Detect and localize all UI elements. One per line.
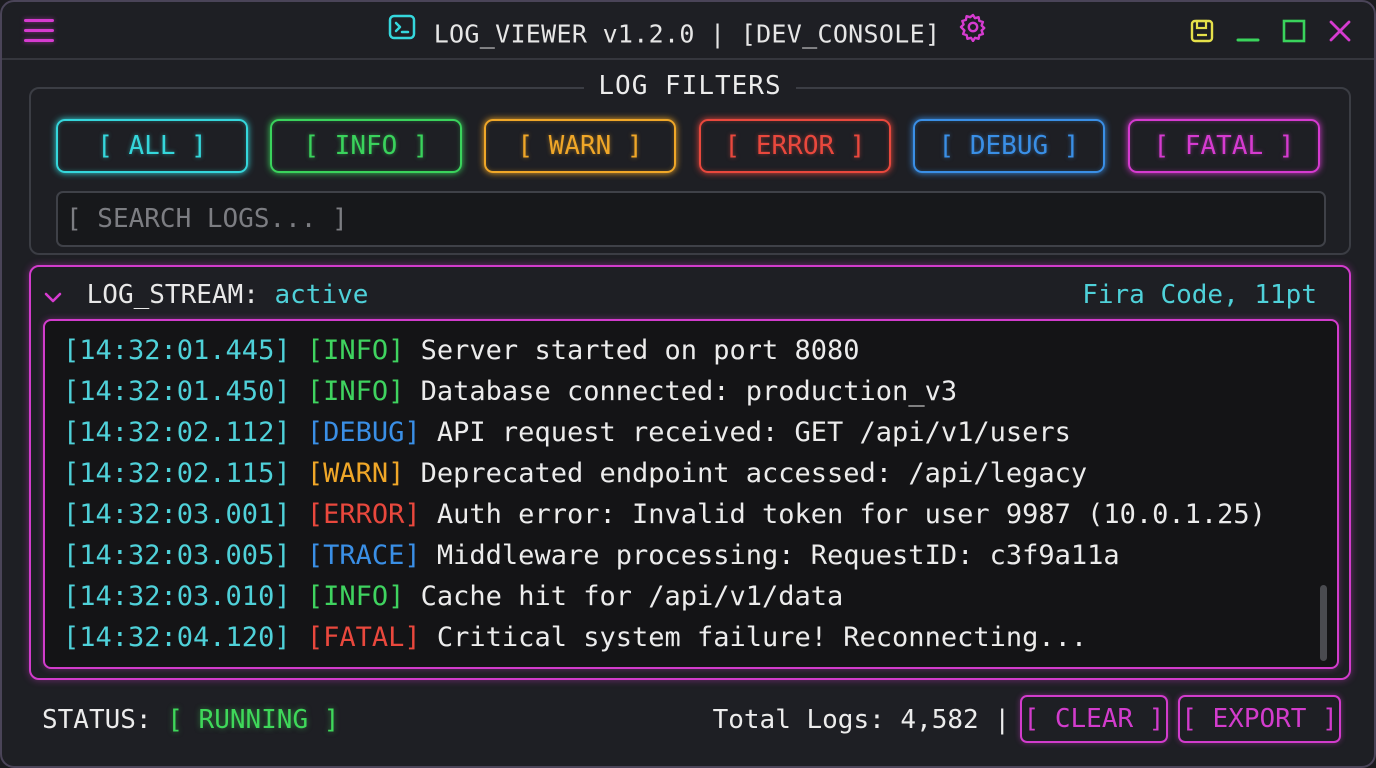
window-title: LOG_VIEWER v1.2.0 | [DEV_CONSOLE] xyxy=(433,19,941,49)
gear-icon[interactable] xyxy=(958,12,988,57)
log-message: Database connected: production_v3 xyxy=(420,376,958,407)
log-output: [14:32:01.445] [INFO] Server started on … xyxy=(43,319,1339,669)
maximize-icon[interactable] xyxy=(1280,17,1308,45)
log-stream-panel: LOG_STREAM: active Fira Code, 11pt [14:3… xyxy=(29,265,1351,680)
filter-all-button[interactable]: [ ALL ] xyxy=(56,119,248,173)
minimize-icon[interactable] xyxy=(1234,17,1262,45)
filters-legend: LOG FILTERS xyxy=(31,71,1349,101)
log-level: [TRACE] xyxy=(306,540,421,571)
log-level: [FATAL] xyxy=(306,622,421,653)
terminal-icon xyxy=(388,14,416,55)
status-badge: [ RUNNING ] xyxy=(167,705,340,735)
filter-fatal-button[interactable]: [ FATAL ] xyxy=(1128,119,1320,173)
log-timestamp: [14:32:02.112] xyxy=(63,417,291,448)
log-scrollbar[interactable] xyxy=(1320,585,1327,661)
log-viewer-window: LOG_VIEWER v1.2.0 | [DEV_CONSOLE] LOG FI… xyxy=(0,0,1376,768)
log-message: Deprecated endpoint accessed: /api/legac… xyxy=(420,458,1088,489)
log-timestamp: [14:32:03.010] xyxy=(63,581,291,612)
export-button[interactable]: [ EXPORT ] xyxy=(1178,695,1341,743)
log-stream-state: active xyxy=(274,280,369,310)
filter-warn-button[interactable]: [ WARN ] xyxy=(484,119,676,173)
log-timestamp: [14:32:01.450] xyxy=(63,376,291,407)
filter-info-button[interactable]: [ INFO ] xyxy=(270,119,462,173)
log-timestamp: [14:32:03.005] xyxy=(63,540,291,571)
log-message: Cache hit for /api/v1/data xyxy=(420,581,844,612)
log-timestamp: [14:32:01.445] xyxy=(63,335,291,366)
log-message: Critical system failure! Reconnecting... xyxy=(436,622,1088,653)
status-label: STATUS: xyxy=(42,705,152,735)
log-line: [14:32:02.112] [DEBUG] API request recei… xyxy=(63,415,1071,451)
clear-button[interactable]: [ CLEAR ] xyxy=(1020,695,1168,743)
log-stream-header: LOG_STREAM: active xyxy=(43,279,368,311)
total-logs-count: Total Logs: 4,582 | xyxy=(712,705,1010,735)
log-line: [14:32:03.010] [INFO] Cache hit for /api… xyxy=(63,579,843,615)
log-filters-panel: LOG FILTERS [ ALL ] [ INFO ] [ WARN ] [ … xyxy=(29,71,1351,255)
log-level: [ERROR] xyxy=(306,499,421,530)
filter-error-button[interactable]: [ ERROR ] xyxy=(699,119,891,173)
log-level: [INFO] xyxy=(306,376,405,407)
window-controls xyxy=(1188,16,1354,46)
search-input[interactable] xyxy=(56,191,1326,247)
save-icon[interactable] xyxy=(1188,17,1216,45)
log-line: [14:32:01.450] [INFO] Database connected… xyxy=(63,374,957,410)
filters-title: LOG FILTERS xyxy=(584,71,796,101)
log-timestamp: [14:32:02.115] xyxy=(63,458,291,489)
log-line: [14:32:02.115] [WARN] Deprecated endpoin… xyxy=(63,456,1087,492)
log-message: API request received: GET /api/v1/users xyxy=(436,417,1071,448)
log-level: [DEBUG] xyxy=(306,417,421,448)
log-timestamp: [14:32:03.001] xyxy=(63,499,291,530)
log-level: [INFO] xyxy=(306,581,405,612)
log-stream-label: LOG_STREAM: xyxy=(86,280,259,310)
log-message: Middleware processing: RequestID: c3f9a1… xyxy=(436,540,1120,571)
log-message: Server started on port 8080 xyxy=(420,335,860,366)
title-group: LOG_VIEWER v1.2.0 | [DEV_CONSOLE] xyxy=(2,12,1374,52)
log-line: [14:32:04.120] [FATAL] Critical system f… xyxy=(63,620,1087,656)
chevron-down-icon[interactable] xyxy=(43,280,63,312)
log-level: [INFO] xyxy=(306,335,405,366)
close-icon[interactable] xyxy=(1326,17,1354,45)
log-line: [14:32:01.445] [INFO] Server started on … xyxy=(63,333,860,369)
title-bar: LOG_VIEWER v1.2.0 | [DEV_CONSOLE] xyxy=(2,2,1374,60)
filter-debug-button[interactable]: [ DEBUG ] xyxy=(913,119,1105,173)
font-info: Fira Code, 11pt xyxy=(1082,280,1317,310)
log-level: [WARN] xyxy=(306,458,405,489)
log-message: Auth error: Invalid token for user 9987 … xyxy=(436,499,1266,530)
log-line: [14:32:03.001] [ERROR] Auth error: Inval… xyxy=(63,497,1266,533)
log-timestamp: [14:32:04.120] xyxy=(63,622,291,653)
status-indicator: STATUS: [ RUNNING ] xyxy=(42,701,339,739)
log-line: [14:32:03.005] [TRACE] Middleware proces… xyxy=(63,538,1120,574)
